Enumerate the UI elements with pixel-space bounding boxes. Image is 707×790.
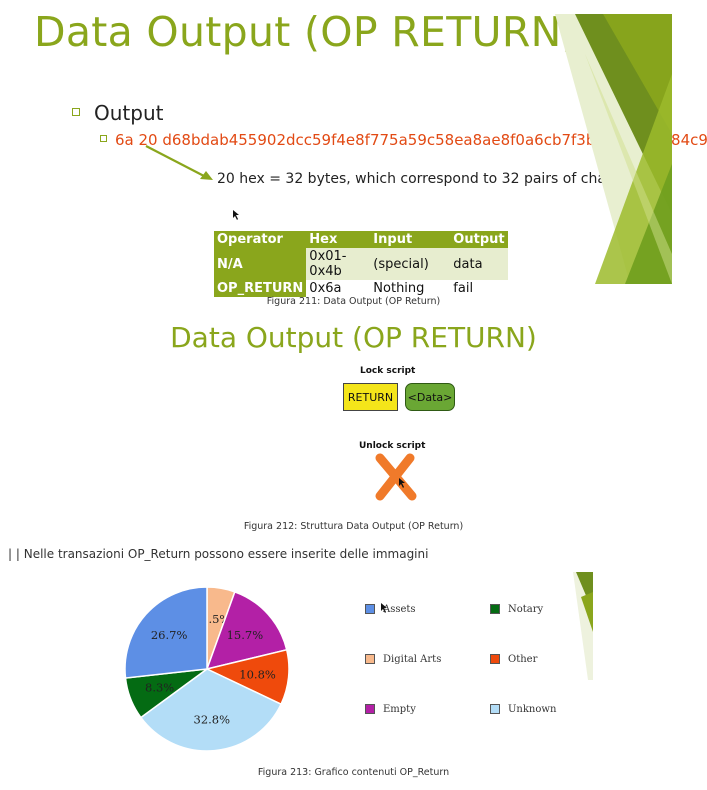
table-header: Input (370, 231, 451, 248)
slide-decoration (573, 572, 593, 680)
table-cell: Nothing (370, 280, 451, 297)
legend-label: Assets (383, 604, 416, 615)
legend-label: Digital Arts (383, 654, 442, 665)
table-header: Operator (214, 231, 307, 248)
unlock-script-label: Unlock script (359, 441, 426, 451)
legend-label: Unknown (508, 704, 557, 715)
table-cell: N/A (214, 248, 307, 280)
table-cell: data (450, 248, 508, 280)
table-cell: OP_RETURN (214, 280, 307, 297)
arrow-icon (145, 145, 213, 180)
legend-label: Notary (508, 604, 544, 615)
legend-item: Digital Arts (365, 653, 442, 665)
figure-caption: Figura 211: Data Output (OP Return) (266, 296, 441, 307)
pie-chart: 5.5%15.7%10.8%32.8%8.3%26.7% (124, 586, 290, 752)
legend-swatch (490, 653, 500, 664)
opcode-table: Operator Hex Input Output N/A 0x01-0x4b … (214, 231, 508, 297)
table-cell: 0x01-0x4b (306, 248, 371, 280)
table-cell: 0x6a (306, 280, 371, 297)
return-box: RETURN (343, 383, 398, 411)
figure-caption: Figura 212: Struttura Data Output (OP Re… (243, 521, 464, 532)
table-row: OP_RETURN 0x6a Nothing fail (214, 280, 508, 297)
slide-decoration (555, 14, 672, 284)
legend-swatch (490, 603, 500, 614)
pie-data-label: 32.8% (194, 713, 231, 727)
table-cell: fail (450, 280, 508, 297)
legend-item: Notary (490, 603, 544, 615)
table-header-row: Operator Hex Input Output (214, 231, 508, 248)
slide-title: Data Output (OP RETURN) (170, 321, 537, 354)
legend-item: Other (490, 653, 538, 665)
legend-label: Empty (383, 704, 416, 715)
legend-item: Empty (365, 703, 416, 715)
x-mark-icon (375, 453, 417, 501)
paragraph-text: | | Nelle transazioni OP_Return possono … (8, 547, 429, 561)
pie-data-label: 10.8% (239, 667, 276, 681)
cursor-icon (233, 210, 239, 220)
legend-item: Unknown (490, 703, 557, 715)
data-box: <Data> (405, 383, 455, 411)
legend-swatch (365, 653, 375, 664)
table-row: N/A 0x01-0x4b (special) data (214, 248, 508, 280)
legend-label: Other (508, 654, 538, 665)
legend-swatch (365, 703, 375, 714)
legend-item: Assets (365, 603, 416, 615)
table-cell: (special) (370, 248, 451, 280)
legend-swatch (365, 603, 375, 614)
pie-data-label: 8.3% (145, 680, 174, 694)
lock-script-label: Lock script (360, 366, 416, 376)
pie-data-label: 26.7% (151, 628, 188, 642)
slide-data-output: Data Output (OP RETURN) Output 6a 20 d68… (22, 0, 707, 297)
chart-legend: Assets Notary Digital Arts Other Empty Unknow… (365, 603, 565, 734)
legend-swatch (490, 703, 500, 714)
table-header: Output (450, 231, 508, 248)
figure-caption: Figura 213: Grafico contenuti OP_Return (257, 767, 450, 778)
table-header: Hex (306, 231, 371, 248)
pie-data-label: 15.7% (227, 628, 264, 642)
